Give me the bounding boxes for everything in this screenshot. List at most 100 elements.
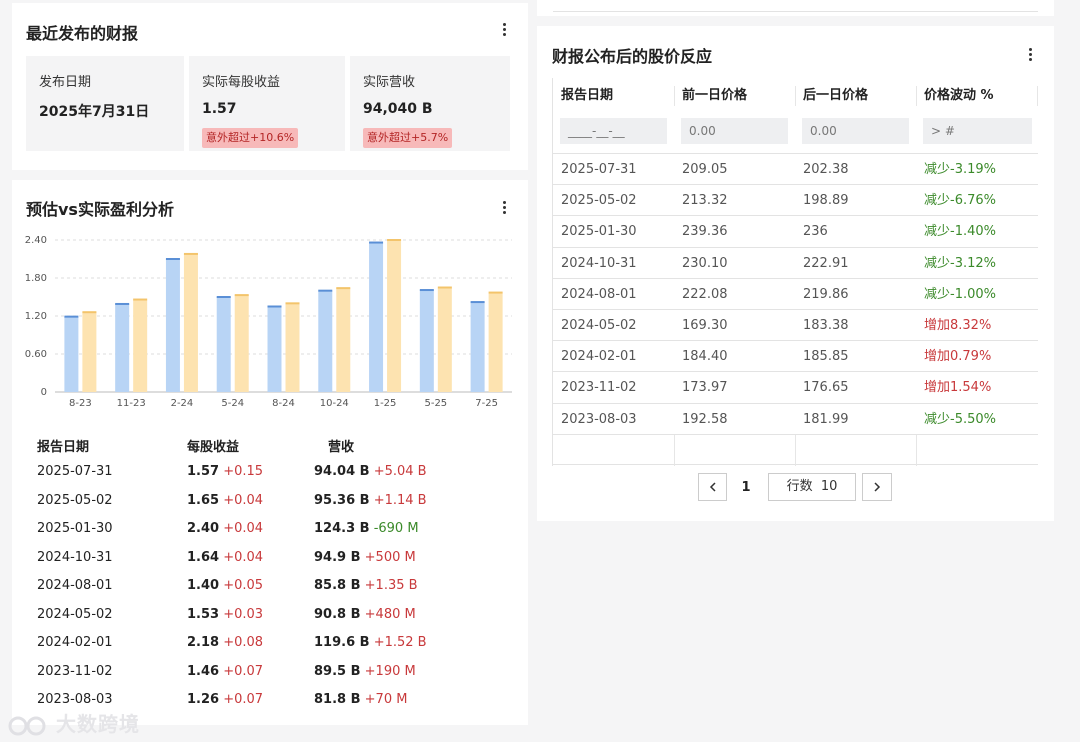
grid-row[interactable]: 2023-08-03 192.58 181.99 减少-5.50% — [553, 402, 1038, 434]
grid-header-before[interactable]: 前一日价格 — [674, 78, 795, 114]
cell-after: 198.89 — [803, 193, 849, 209]
row-eps: 1.26 +0.07 — [187, 692, 263, 707]
cell-before: 213.32 — [682, 193, 728, 209]
latest-report-card: 最近发布的财报 发布日期 2025年7月31日 实际每股收益 1.57 意外超过… — [12, 3, 528, 170]
revenue-delta: +1.52 B — [373, 635, 427, 650]
eps-delta: +0.08 — [223, 635, 264, 650]
cell-date: 2023-08-03 — [561, 411, 637, 427]
row-eps: 1.65 +0.04 — [187, 493, 263, 508]
cell-before: 173.97 — [682, 380, 728, 396]
latest-report-title: 最近发布的财报 — [26, 24, 139, 43]
revenue-value: 94.04 B — [314, 464, 370, 479]
row-date: 2023-11-02 — [37, 663, 113, 679]
eps-table-row: 2024-10-31 1.64 +0.04 94.9 B +500 M — [37, 550, 507, 570]
eps-table-row: 2024-05-02 1.53 +0.03 90.8 B +480 M — [37, 607, 507, 627]
cell-change: 增加1.54% — [924, 380, 992, 396]
row-revenue: 119.6 B +1.52 B — [314, 635, 427, 650]
eps-delta: +0.04 — [223, 521, 264, 536]
cell-change: 增加0.79% — [924, 349, 992, 365]
revenue-delta: +190 M — [364, 663, 416, 679]
grid-row[interactable]: 2024-10-31 230.10 222.91 减少-3.12% — [553, 246, 1038, 278]
revenue-delta: +500 M — [364, 549, 416, 565]
row-eps: 1.57 +0.15 — [187, 464, 263, 479]
eps-value: 2.18 — [187, 635, 220, 650]
eps-delta: +0.03 — [223, 606, 264, 622]
grid-row[interactable]: 2025-05-02 213.32 198.89 减少-6.76% — [553, 184, 1038, 215]
cell-before: 169.30 — [682, 318, 728, 333]
grid-header-change[interactable]: 价格波动 % — [916, 78, 1038, 114]
grid-header-after[interactable]: 后一日价格 — [795, 78, 916, 114]
grid-row[interactable]: 2025-01-30 239.36 236 减少-1.40% — [553, 215, 1038, 246]
row-revenue: 95.36 B +1.14 B — [314, 493, 427, 508]
revenue-delta: +1.35 B — [364, 578, 418, 593]
cell-before: 239.36 — [682, 224, 728, 240]
row-date: 2025-01-30 — [37, 521, 113, 536]
price-reaction-title: 财报公布后的股价反应 — [552, 47, 713, 66]
grid-row[interactable]: 2023-11-02 173.97 176.65 增加1.54% — [553, 371, 1038, 402]
row-date: 2024-08-01 — [37, 578, 113, 593]
revenue-value: 89.5 B — [314, 663, 361, 679]
grid-left-border — [552, 78, 553, 466]
row-eps: 2.40 +0.04 — [187, 521, 263, 536]
chevron-left-icon — [709, 482, 716, 492]
revenue-value: 85.8 B — [314, 578, 361, 593]
summary-value: 2025年7月31日 — [39, 104, 150, 120]
revenue-delta: +5.04 B — [373, 464, 427, 479]
more-options-icon[interactable] — [1022, 46, 1038, 62]
surprise-badge: 意外超过+10.6% — [202, 128, 299, 148]
cell-change: 减少-5.50% — [924, 411, 996, 427]
row-date: 2024-10-31 — [37, 549, 113, 565]
cell-date: 2025-01-30 — [561, 224, 637, 240]
row-date: 2023-08-03 — [37, 692, 113, 707]
eps-value: 1.26 — [187, 692, 220, 707]
next-page-button[interactable] — [862, 473, 892, 501]
grid-row[interactable]: 2024-02-01 184.40 185.85 增加0.79% — [553, 340, 1038, 371]
row-revenue: 89.5 B +190 M — [314, 664, 416, 679]
cell-date: 2024-02-01 — [561, 349, 637, 365]
cell-date: 2024-05-02 — [561, 318, 637, 333]
prev-page-button[interactable] — [698, 473, 727, 501]
eps-delta: +0.04 — [223, 549, 264, 565]
revenue-value: 81.8 B — [314, 692, 361, 707]
row-date: 2025-07-31 — [37, 464, 113, 479]
eps-delta: +0.07 — [223, 663, 264, 679]
eps-table-row: 2024-02-01 2.18 +0.08 119.6 B +1.52 B — [37, 635, 507, 655]
row-revenue: 81.8 B +70 M — [314, 692, 407, 707]
watermark-text: 大数跨境 — [55, 712, 140, 736]
eps-analysis-title: 预估vs实际盈利分析 — [26, 200, 174, 219]
eps-header-date: 报告日期 — [37, 440, 90, 455]
summary-box-revenue: 实际营收 94,040 B 意外超过+5.7% — [350, 56, 510, 151]
filter-after-input[interactable]: 0.00 — [802, 118, 909, 144]
filter-change-input[interactable]: > # — [923, 118, 1032, 144]
filter-date-input[interactable]: ____-__-__ — [560, 118, 667, 144]
grid-row[interactable]: 2024-05-02 169.30 183.38 增加8.32% — [553, 309, 1038, 340]
revenue-value: 95.36 B — [314, 492, 370, 508]
row-eps: 1.40 +0.05 — [187, 578, 263, 593]
row-revenue: 94.9 B +500 M — [314, 550, 416, 565]
cell-change: 减少-1.40% — [924, 224, 996, 240]
eps-table-row: 2023-11-02 1.46 +0.07 89.5 B +190 M — [37, 664, 507, 684]
more-options-icon[interactable] — [496, 199, 512, 215]
grid-header-date[interactable]: 报告日期 — [553, 78, 674, 114]
eps-table-row: 2025-01-30 2.40 +0.04 124.3 B -690 M — [37, 521, 507, 541]
cell-after: 185.85 — [803, 349, 849, 365]
revenue-value: 90.8 B — [314, 606, 361, 622]
more-options-icon[interactable] — [496, 21, 512, 37]
cell-before: 192.58 — [682, 411, 728, 427]
row-revenue: 124.3 B -690 M — [314, 521, 419, 536]
grid-row[interactable]: 2024-08-01 222.08 219.86 减少-1.00% — [553, 277, 1038, 309]
surprise-badge: 意外超过+5.7% — [363, 128, 453, 148]
cell-after: 219.86 — [803, 286, 849, 302]
filter-before-input[interactable]: 0.00 — [681, 118, 788, 144]
row-eps: 1.46 +0.07 — [187, 664, 263, 679]
current-page: 1 — [741, 480, 751, 495]
cell-date: 2024-08-01 — [561, 286, 637, 302]
rows-per-page-select[interactable]: 行数 10 — [768, 473, 856, 501]
row-revenue: 94.04 B +5.04 B — [314, 464, 427, 479]
grid-divider — [674, 86, 675, 106]
revenue-value: 94.9 B — [314, 549, 361, 565]
summary-box-date: 发布日期 2025年7月31日 — [26, 56, 184, 151]
grid-body-divider — [674, 435, 675, 466]
row-eps: 1.64 +0.04 — [187, 550, 263, 565]
grid-row[interactable]: 2025-07-31 209.05 202.38 减少-3.19% — [553, 153, 1038, 184]
